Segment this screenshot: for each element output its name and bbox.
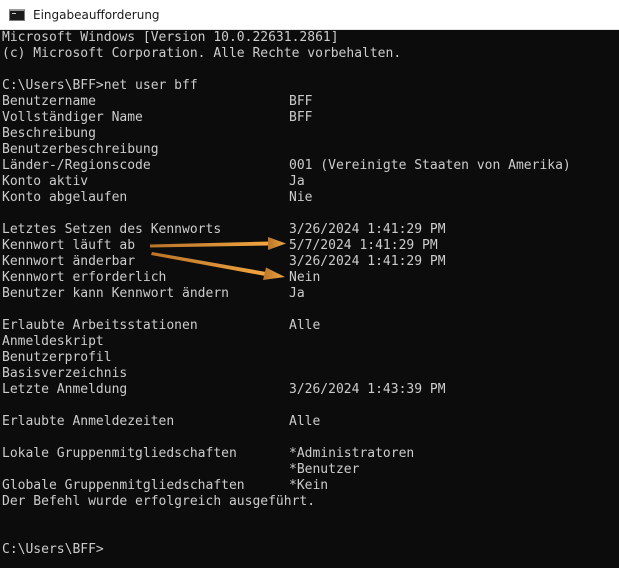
field-label: Konto abgelaufen <box>2 190 128 205</box>
field-letztes-setzen: Letztes Setzen des Kennworts 3/26/2024 1… <box>2 222 619 238</box>
command-prompt-window: Eingabeaufforderung Microsoft Windows [V… <box>0 0 619 568</box>
field-label: Kennwort änderbar <box>2 254 136 269</box>
field-value: Nie <box>289 190 313 205</box>
field-label: Benutzerprofil <box>2 350 112 365</box>
field-label: Benutzer kann Kennwort ändern <box>2 286 229 301</box>
field-label: Benutzerbeschreibung <box>2 142 159 157</box>
field-letzte-anmeldung: Letzte Anmeldung 3/26/2024 1:43:39 PM <box>2 382 619 398</box>
field-label: Benutzername <box>2 94 96 109</box>
field-label: Basisverzeichnis <box>2 366 128 381</box>
field-kennwort-aenderbar: Kennwort änderbar 3/26/2024 1:41:29 PM <box>2 254 619 270</box>
field-value: BFF <box>289 110 313 125</box>
field-kennwort-laeuft-ab: Kennwort läuft ab 5/7/2024 1:41:29 PM <box>2 238 619 254</box>
field-label: Erlaubte Arbeitsstationen <box>2 318 198 333</box>
field-label: Letzte Anmeldung <box>2 382 128 397</box>
field-value: *Kein <box>289 478 329 493</box>
field-beschreibung: Beschreibung <box>2 126 619 142</box>
field-value: 3/26/2024 1:43:39 PM <box>289 382 446 397</box>
field-label: Vollständiger Name <box>2 110 143 125</box>
field-konto-abgelaufen: Konto abgelaufen Nie <box>2 190 619 206</box>
field-value: Alle <box>289 414 321 429</box>
field-value: *Benutzer <box>289 462 360 477</box>
field-kennwort-erforderlich: Kennwort erforderlich Nein <box>2 270 619 286</box>
field-lokale-gruppen-2: *Benutzer <box>2 462 619 478</box>
success-message: Der Befehl wurde erfolgreich ausgeführt. <box>2 494 316 509</box>
field-value: *Administratoren <box>289 446 415 461</box>
field-value: Ja <box>289 174 305 189</box>
field-label: Länder-/Regionscode <box>2 158 151 173</box>
field-label: Kennwort läuft ab <box>2 238 136 253</box>
field-label: Lokale Gruppenmitgliedschaften <box>2 446 237 461</box>
field-label: Kennwort erforderlich <box>2 270 167 285</box>
field-label: Konto aktiv <box>2 174 89 189</box>
version-line: Microsoft Windows [Version 10.0.22631.28… <box>2 30 339 45</box>
field-label: Anmeldeskript <box>2 334 104 349</box>
console-output[interactable]: Microsoft Windows [Version 10.0.22631.28… <box>0 30 619 568</box>
command-line: C:\Users\BFF>net user bff <box>2 78 198 93</box>
field-label: Letztes Setzen des Kennworts <box>2 222 222 237</box>
field-vollstaendiger-name: Vollständiger Name BFF <box>2 110 619 126</box>
field-globale-gruppen: Globale Gruppenmitgliedschaften *Kein <box>2 478 619 494</box>
field-value: Alle <box>289 318 321 333</box>
field-benutzerbeschreibung: Benutzerbeschreibung <box>2 142 619 158</box>
field-arbeitsstationen: Erlaubte Arbeitsstationen Alle <box>2 318 619 334</box>
field-anmeldeskript: Anmeldeskript <box>2 334 619 350</box>
field-label: Beschreibung <box>2 126 96 141</box>
field-basisverzeichnis: Basisverzeichnis <box>2 366 619 382</box>
field-value: Ja <box>289 286 305 301</box>
copyright-line: (c) Microsoft Corporation. Alle Rechte v… <box>2 46 402 61</box>
field-value: 001 (Vereinigte Staaten von Amerika) <box>289 158 571 173</box>
title-bar[interactable]: Eingabeaufforderung <box>0 0 619 30</box>
field-value: 5/7/2024 1:41:29 PM <box>289 238 438 253</box>
field-benutzerprofil: Benutzerprofil <box>2 350 619 366</box>
command-prompt[interactable]: C:\Users\BFF> <box>2 542 619 558</box>
console-icon <box>9 8 25 21</box>
field-value: BFF <box>289 94 313 109</box>
field-label: Globale Gruppenmitgliedschaften <box>2 478 245 493</box>
field-lokale-gruppen: Lokale Gruppenmitgliedschaften *Administ… <box>2 446 619 462</box>
field-label: Erlaubte Anmeldezeiten <box>2 414 175 429</box>
field-benutzer-kann-aendern: Benutzer kann Kennwort ändern Ja <box>2 286 619 302</box>
field-regionscode: Länder-/Regionscode 001 (Vereinigte Staa… <box>2 158 619 174</box>
window-title: Eingabeaufforderung <box>33 7 160 22</box>
field-konto-aktiv: Konto aktiv Ja <box>2 174 619 190</box>
field-value: 3/26/2024 1:41:29 PM <box>289 254 446 269</box>
field-anmeldezeiten: Erlaubte Anmeldezeiten Alle <box>2 414 619 430</box>
field-benutzername: Benutzername BFF <box>2 94 619 110</box>
field-value: 3/26/2024 1:41:29 PM <box>289 222 446 237</box>
field-value: Nein <box>289 270 321 285</box>
